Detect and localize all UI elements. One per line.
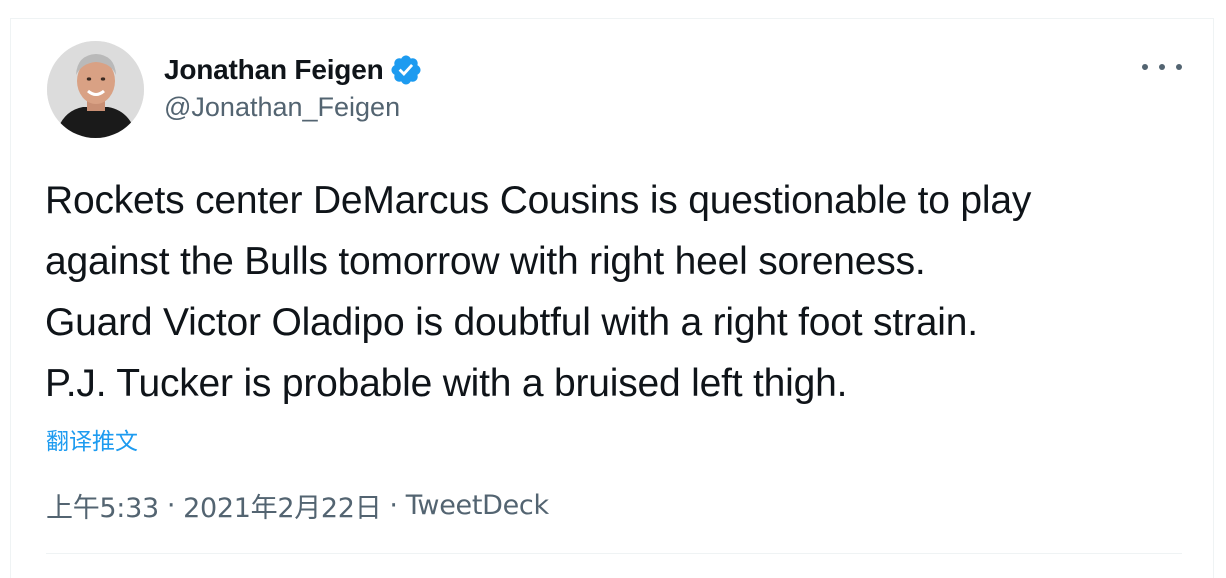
profile-photo-icon xyxy=(47,41,144,138)
tweet-text: Rockets center DeMarcus Cousins is quest… xyxy=(45,179,1032,405)
tweet-meta: 上午5:33 · 2021年2月22日 · TweetDeck xyxy=(46,486,549,525)
divider xyxy=(46,553,1182,554)
author-display-name[interactable]: Jonathan Feigen xyxy=(164,54,384,86)
author-name-row[interactable]: Jonathan Feigen xyxy=(164,52,423,88)
tweet-source[interactable]: TweetDeck xyxy=(406,490,549,521)
author-handle[interactable]: @Jonathan_Feigen xyxy=(164,92,400,123)
tweet-date[interactable]: 2021年2月22日 xyxy=(183,486,382,525)
tweet-time[interactable]: 上午5:33 xyxy=(46,486,159,525)
meta-separator: · xyxy=(166,490,176,521)
translate-tweet-link[interactable]: 翻译推文 xyxy=(46,422,138,456)
avatar[interactable] xyxy=(47,41,144,138)
meta-separator: · xyxy=(389,490,398,521)
verified-badge-icon xyxy=(391,55,422,85)
more-options-icon[interactable] xyxy=(1142,52,1182,82)
